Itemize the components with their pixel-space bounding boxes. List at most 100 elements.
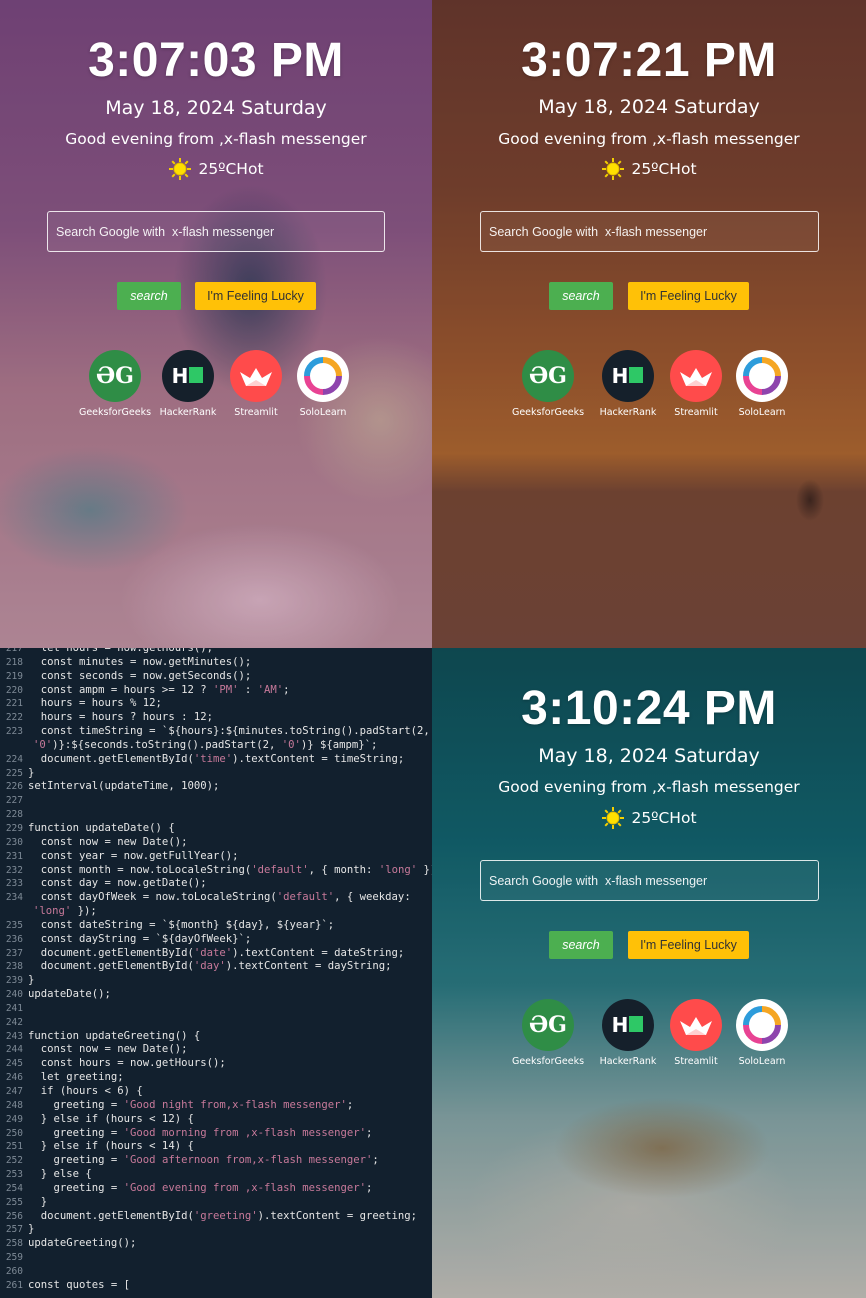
search-button[interactable]: search bbox=[549, 931, 613, 959]
svg-text:ƏG: ƏG bbox=[529, 1012, 567, 1038]
line-number: 243 bbox=[5, 1030, 23, 1042]
code-line: 224 document.getElementById('time').text… bbox=[0, 753, 432, 767]
link-streamlit[interactable]: Streamlit bbox=[658, 350, 734, 418]
weather-text: 25ºCHot bbox=[198, 160, 264, 178]
svg-text:H: H bbox=[612, 1013, 629, 1037]
weather: 25ºCHot bbox=[432, 157, 866, 181]
code-line: 219 const seconds = now.getSeconds(); bbox=[0, 670, 432, 684]
link-hackerrank[interactable]: H HackerRank bbox=[150, 350, 226, 418]
code-line: 236 const dayString = `${dayOfWeek}`; bbox=[0, 933, 432, 947]
line-number: 232 bbox=[5, 864, 23, 876]
link-hackerrank[interactable]: H HackerRank bbox=[590, 999, 666, 1067]
code-text: const ampm = hours >= 12 ? 'PM' : 'AM'; bbox=[28, 683, 290, 696]
feeling-lucky-button[interactable]: I'm Feeling Lucky bbox=[195, 282, 316, 310]
line-number: 256 bbox=[5, 1210, 23, 1222]
link-label: HackerRank bbox=[599, 1056, 657, 1067]
weather-text: 25ºCHot bbox=[631, 160, 697, 178]
code-line: 230 const now = new Date(); bbox=[0, 836, 432, 850]
code-text: document.getElementById('day').textConte… bbox=[28, 960, 392, 973]
code-line: 221 hours = hours % 12; bbox=[0, 697, 432, 711]
quick-links: ƏG GeeksforGeeks H HackerRank Streamlit … bbox=[77, 350, 361, 418]
code-line: 237 document.getElementById('date').text… bbox=[0, 947, 432, 961]
line-number: 251 bbox=[5, 1141, 23, 1153]
line-number: 230 bbox=[5, 836, 23, 848]
code-text: hours = hours % 12; bbox=[28, 697, 162, 710]
code-line: 225} bbox=[0, 767, 432, 781]
code-text: updateDate(); bbox=[28, 988, 111, 1001]
link-geeksforgeeks[interactable]: ƏG GeeksforGeeks bbox=[77, 350, 153, 418]
code-line: 241 bbox=[0, 1002, 432, 1016]
code-text: const hours = now.getHours(); bbox=[28, 1057, 226, 1070]
svg-text:ƏG: ƏG bbox=[96, 363, 134, 389]
line-number: 258 bbox=[5, 1238, 23, 1250]
link-sololearn[interactable]: SoloLearn bbox=[724, 999, 800, 1067]
code-text: '0')}:${seconds.toString().padStart(2, '… bbox=[33, 738, 378, 751]
link-label: Streamlit bbox=[674, 1056, 718, 1067]
search-button[interactable]: search bbox=[117, 282, 181, 310]
code-text: greeting = 'Good afternoon from,x-flash … bbox=[28, 1154, 379, 1167]
line-number: 241 bbox=[5, 1002, 23, 1014]
code-text: let greeting; bbox=[28, 1071, 124, 1084]
code-line: 232 const month = now.toLocaleString('de… bbox=[0, 864, 432, 878]
code-text: document.getElementById('time').textCont… bbox=[28, 752, 405, 765]
code-text: let hours = now.getHours(); bbox=[28, 648, 213, 654]
sun-icon bbox=[601, 157, 625, 181]
feeling-lucky-button[interactable]: I'm Feeling Lucky bbox=[628, 931, 749, 959]
quick-links: ƏG GeeksforGeeks H HackerRank Streamlit … bbox=[510, 999, 800, 1067]
greeting-text: Good evening from ,x-flash messenger bbox=[498, 778, 800, 796]
svg-text:ƏG: ƏG bbox=[529, 363, 567, 389]
code-line: 249 } else if (hours < 12) { bbox=[0, 1113, 432, 1127]
search-input[interactable] bbox=[47, 211, 385, 252]
link-streamlit[interactable]: Streamlit bbox=[658, 999, 734, 1067]
line-number: 220 bbox=[5, 684, 23, 696]
link-hackerrank[interactable]: H HackerRank bbox=[590, 350, 666, 418]
link-geeksforgeeks[interactable]: ƏG GeeksforGeeks bbox=[510, 350, 586, 418]
link-label: HackerRank bbox=[599, 407, 657, 418]
code-line: 248 greeting = 'Good night from,x-flash … bbox=[0, 1099, 432, 1113]
weather: 25ºCHot bbox=[0, 157, 432, 181]
line-number: 233 bbox=[5, 878, 23, 890]
line-number: 223 bbox=[5, 726, 23, 738]
code-text: greeting = 'Good night from,x-flash mess… bbox=[28, 1098, 354, 1111]
code-text: const now = new Date(); bbox=[28, 835, 188, 848]
code-text: function updateDate() { bbox=[28, 821, 175, 834]
code-line: 259 bbox=[0, 1251, 432, 1265]
link-label: Streamlit bbox=[674, 407, 718, 418]
line-number: 240 bbox=[5, 989, 23, 1001]
code-text: } bbox=[28, 1195, 48, 1208]
code-line: 260 bbox=[0, 1265, 432, 1279]
code-text: greeting = 'Good evening from ,x-flash m… bbox=[28, 1181, 373, 1194]
code-text: document.getElementById('greeting').text… bbox=[28, 1209, 418, 1222]
link-streamlit[interactable]: Streamlit bbox=[218, 350, 294, 418]
search-input[interactable] bbox=[480, 860, 819, 901]
code-line: 234 const dayOfWeek = now.toLocaleString… bbox=[0, 891, 432, 905]
sun-icon bbox=[601, 806, 625, 830]
code-line: 255 } bbox=[0, 1196, 432, 1210]
sololearn-logo-icon bbox=[297, 350, 349, 402]
feeling-lucky-button[interactable]: I'm Feeling Lucky bbox=[628, 282, 749, 310]
code-line: 244 const now = new Date(); bbox=[0, 1043, 432, 1057]
streamlit-logo-icon bbox=[670, 999, 722, 1051]
code-text: } bbox=[28, 974, 35, 987]
link-sololearn[interactable]: SoloLearn bbox=[724, 350, 800, 418]
link-sololearn[interactable]: SoloLearn bbox=[285, 350, 361, 418]
code-editor-panel: 217 let hours = now.getHours(); 218 const… bbox=[0, 648, 432, 1298]
code-line: 256 document.getElementById('greeting').… bbox=[0, 1210, 432, 1224]
line-number: 235 bbox=[5, 919, 23, 931]
code-text: document.getElementById('date').textCont… bbox=[28, 946, 405, 959]
link-geeksforgeeks[interactable]: ƏG GeeksforGeeks bbox=[510, 999, 586, 1067]
code-text: const dateString = `${month} ${day}, ${y… bbox=[28, 918, 335, 931]
code-text: const year = now.getFullYear(); bbox=[28, 849, 239, 862]
code-line: 243 function updateGreeting() { bbox=[0, 1030, 432, 1044]
link-label: SoloLearn bbox=[738, 407, 786, 418]
code-view[interactable]: 217 let hours = now.getHours(); 218 const… bbox=[0, 648, 432, 1292]
code-text: const now = new Date(); bbox=[28, 1043, 188, 1056]
search-input[interactable] bbox=[480, 211, 819, 252]
code-line: 220 const ampm = hours >= 12 ? 'PM' : 'A… bbox=[0, 684, 432, 698]
search-button[interactable]: search bbox=[549, 282, 613, 310]
quick-links: ƏG GeeksforGeeks H HackerRank Streamlit … bbox=[510, 350, 800, 418]
line-number: 229 bbox=[5, 822, 23, 834]
link-label: SoloLearn bbox=[299, 407, 347, 418]
geeksforgeeks-logo-icon: ƏG bbox=[89, 350, 141, 402]
code-text: const quotes = [ bbox=[28, 1278, 131, 1291]
